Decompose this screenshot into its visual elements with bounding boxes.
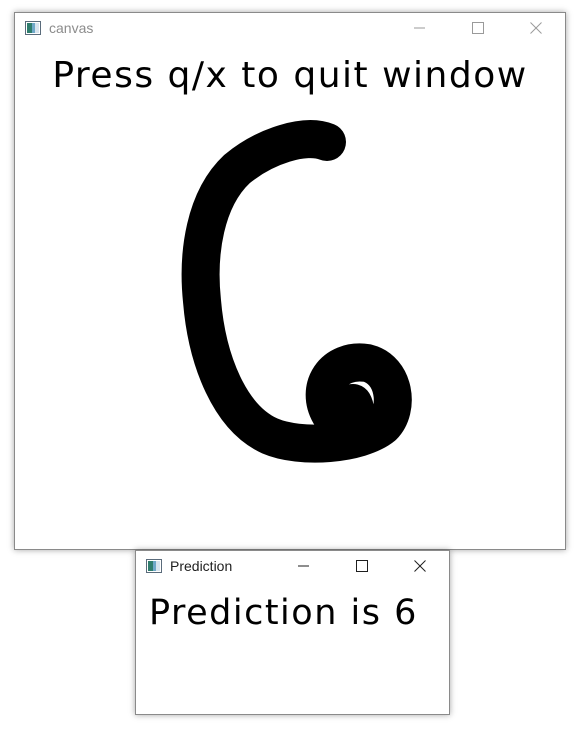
prediction-window-title: Prediction (170, 558, 233, 574)
maximize-icon (472, 22, 484, 34)
opencv-window-icon (25, 21, 41, 35)
canvas-window[interactable]: canvas Press q/x to quit window (14, 12, 566, 550)
prediction-close-button[interactable] (391, 551, 449, 581)
prediction-result-text: Prediction is 6 (149, 593, 418, 633)
canvas-window-title: canvas (49, 20, 94, 36)
prediction-maximize-button[interactable] (333, 551, 391, 581)
prediction-display: Prediction is 6 (136, 581, 449, 714)
close-icon (414, 560, 426, 572)
prediction-minimize-button[interactable] (275, 551, 333, 581)
prediction-titlebar[interactable]: Prediction (136, 551, 449, 581)
close-icon (530, 22, 542, 34)
opencv-window-icon (146, 559, 162, 573)
handwritten-digit-stroke (181, 120, 412, 463)
canvas-minimize-button[interactable] (391, 13, 449, 43)
canvas-maximize-button[interactable] (449, 13, 507, 43)
minimize-icon (414, 27, 425, 29)
drawing-canvas[interactable]: Press q/x to quit window (15, 43, 565, 549)
canvas-titlebar[interactable]: canvas (15, 13, 565, 43)
canvas-close-button[interactable] (507, 13, 565, 43)
maximize-icon (356, 560, 368, 572)
prediction-window[interactable]: Prediction Prediction is 6 (135, 550, 450, 715)
minimize-icon (298, 565, 309, 567)
